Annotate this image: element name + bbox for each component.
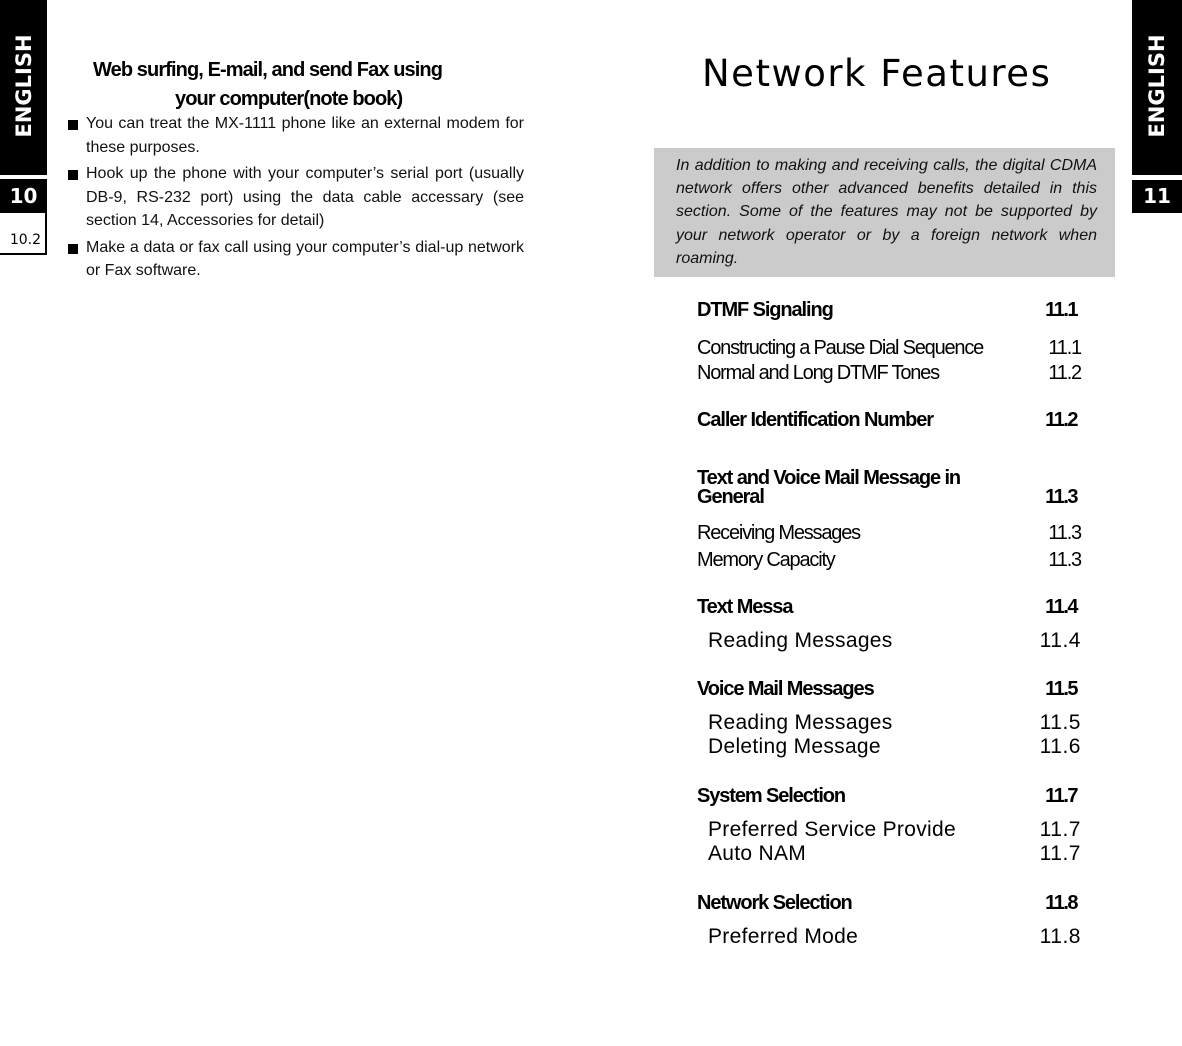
toc-item-page: 11.5 xyxy=(1039,710,1081,734)
toc-section-title: Caller Identification Number xyxy=(697,409,934,431)
square-bullet-icon xyxy=(68,170,78,180)
bullet-item: You can treat the MX-1111 phone like an … xyxy=(66,112,524,159)
toc-item-title: Deleting Message xyxy=(708,735,881,758)
page-number-left: 10.2 xyxy=(0,213,47,255)
toc-item-page: 11.4 xyxy=(1039,629,1081,652)
bullet-item: Hook up the phone with your computer’s s… xyxy=(66,162,524,233)
table-of-contents: DTMF Signaling 11.1 Constructing a Pause… xyxy=(697,298,1082,950)
toc-item[interactable]: Constructing a Pause Dial Sequence 11.1 xyxy=(697,336,1082,361)
toc-item[interactable]: Normal and Long DTMF Tones 11.2 xyxy=(697,361,1082,386)
toc-section[interactable]: System Selection 11.7 xyxy=(697,784,1081,808)
toc-section-title: DTMF Signaling xyxy=(697,299,834,321)
toc-item[interactable]: Deleting Message 11.6 xyxy=(697,735,1081,760)
toc-item[interactable]: Auto NAM 11.7 xyxy=(697,842,1081,867)
toc-item-page: 11.7 xyxy=(1039,817,1081,841)
toc-section-page: 11.4 xyxy=(1045,596,1078,618)
toc-item[interactable]: Reading Messages 11.4 xyxy=(697,629,1081,654)
toc-section[interactable]: Text Messa 11.4 xyxy=(697,595,1081,619)
toc-section-page: 11.1 xyxy=(1045,299,1078,321)
toc-item-page: 11.8 xyxy=(1039,924,1081,948)
toc-section-page: 11.2 xyxy=(1045,409,1078,431)
toc-section[interactable]: Caller Identification Number 11.2 xyxy=(697,408,1081,432)
toc-section[interactable]: Network Selection 11.8 xyxy=(697,891,1081,915)
toc-item[interactable]: Preferred Mode 11.8 xyxy=(697,925,1081,950)
square-bullet-icon xyxy=(68,120,78,130)
toc-item-page: 11.6 xyxy=(1039,735,1081,758)
toc-section[interactable]: DTMF Signaling 11.1 xyxy=(697,298,1081,322)
heading-line-1: Web surfing, E-mail, and send Fax using xyxy=(93,59,443,81)
toc-section[interactable]: General 11.3 xyxy=(697,486,1081,508)
toc-section-title: Network Selection xyxy=(697,891,853,914)
toc-item-title: Memory Capacity xyxy=(697,549,836,571)
toc-section-page: 11.7 xyxy=(1045,784,1078,807)
chapter-number-left: 10 xyxy=(0,179,47,213)
toc-item-title: Auto NAM xyxy=(708,842,807,865)
chapter-number-right: 11 xyxy=(1132,180,1182,213)
toc-item-page: 11.1 xyxy=(1048,337,1082,359)
toc-item[interactable]: Memory Capacity 11.3 xyxy=(697,547,1082,574)
toc-item[interactable]: Reading Messages 11.5 xyxy=(697,711,1081,736)
page-title: Network Features xyxy=(702,52,1052,95)
section-heading: Web surfing, E-mail, and send Fax using … xyxy=(60,56,500,114)
toc-item-title: Reading Messages xyxy=(708,629,893,652)
language-label: ENGLISH xyxy=(1145,34,1169,138)
toc-section-page: 11.5 xyxy=(1045,677,1078,700)
toc-item-page: 11.3 xyxy=(1048,522,1082,544)
toc-section-title: Voice Mail Messages xyxy=(697,677,875,700)
toc-section-page: 11.8 xyxy=(1045,891,1078,914)
toc-item-page: 11.2 xyxy=(1048,362,1082,384)
toc-item[interactable]: Receiving Messages 11.3 xyxy=(697,520,1082,547)
toc-item[interactable]: Preferred Service Provide 11.7 xyxy=(697,818,1081,843)
bullet-text: Make a data or fax call using your compu… xyxy=(86,238,524,280)
intro-callout: In addition to making and receiving call… xyxy=(654,148,1115,277)
toc-section-page: 11.3 xyxy=(1045,486,1078,508)
heading-line-2: your computer(note book) xyxy=(175,88,403,110)
bullet-list: You can treat the MX-1111 phone like an … xyxy=(66,112,524,286)
toc-item-page: 11.3 xyxy=(1048,549,1082,571)
toc-section-title: System Selection xyxy=(697,784,846,807)
toc-item-page: 11.7 xyxy=(1039,842,1081,865)
square-bullet-icon xyxy=(68,243,78,254)
bullet-text: You can treat the MX-1111 phone like an … xyxy=(86,115,524,156)
bullet-item: Make a data or fax call using your compu… xyxy=(66,236,524,283)
toc-item-title: Reading Messages xyxy=(708,710,893,734)
bullet-text: Hook up the phone with your computer’s s… xyxy=(86,165,524,229)
language-tab-right: ENGLISH xyxy=(1132,0,1182,175)
toc-item-title: Preferred Service Provide xyxy=(708,817,956,841)
toc-item-title: Preferred Mode xyxy=(708,924,859,948)
toc-section-title: General xyxy=(697,486,765,508)
language-label: ENGLISH xyxy=(11,34,36,138)
toc-section-title: Text Messa xyxy=(697,596,793,618)
language-tab-left: ENGLISH xyxy=(0,0,47,175)
toc-item-title: Receiving Messages xyxy=(697,522,861,544)
toc-item-title: Normal and Long DTMF Tones xyxy=(697,362,940,384)
toc-item-title: Constructing a Pause Dial Sequence xyxy=(697,337,984,359)
toc-section[interactable]: Voice Mail Messages 11.5 xyxy=(697,677,1081,701)
